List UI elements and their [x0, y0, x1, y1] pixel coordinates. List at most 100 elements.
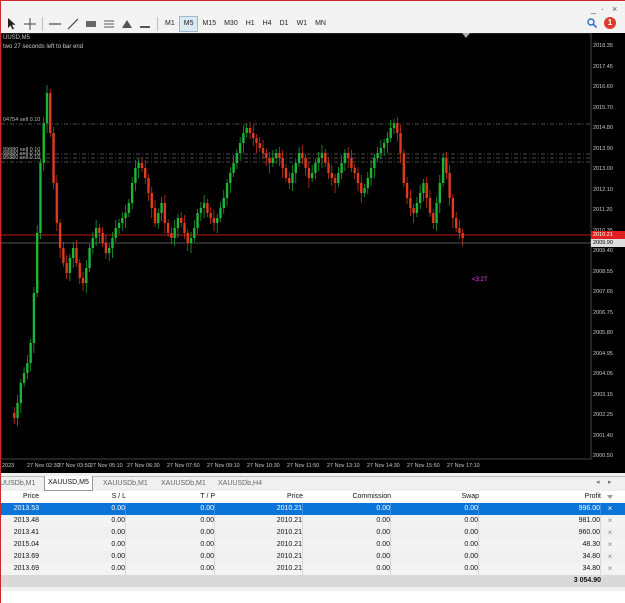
candle-body	[153, 208, 157, 223]
price-chart[interactable]: UUSD,M5 two 27 seconds left to bar end 0…	[1, 33, 625, 473]
candlestick-chart	[1, 33, 592, 460]
timeframe-d1[interactable]: D1	[276, 17, 293, 31]
candle-body	[147, 178, 150, 193]
timeframe-m30[interactable]: M30	[220, 17, 242, 31]
candle-body	[242, 133, 245, 143]
row-swap: 0.00	[395, 563, 479, 575]
candle-body	[281, 158, 284, 168]
table-row[interactable]: 2013.69 0.00 0.00 2010.21 0.00 0.00 34.80 ×	[1, 551, 625, 563]
table-row[interactable]: 2013.41 0.00 0.00 2010.21 0.00 0.00 960.00 ×	[1, 527, 625, 539]
close-position-icon[interactable]: ×	[605, 527, 615, 539]
timeframe-h4[interactable]: H4	[259, 17, 276, 31]
timeframe-m5[interactable]: M5	[178, 16, 199, 32]
candle-body	[343, 153, 347, 163]
price-axis-label: 2013.90	[593, 145, 613, 152]
candle-body	[45, 93, 49, 123]
tabs-scroll-left-icon[interactable]: ◂	[596, 478, 600, 486]
crosshair-icon[interactable]	[21, 16, 39, 32]
candle-body	[62, 248, 65, 263]
column-header-tp[interactable]: T / P	[131, 491, 215, 503]
price-axis-label: 2004.05	[593, 371, 613, 377]
row-sl: 0.00	[46, 503, 126, 515]
close-position-icon[interactable]: ×	[605, 563, 615, 575]
notification-badge[interactable]: 1	[604, 17, 616, 29]
candle-body	[65, 263, 68, 273]
table-row[interactable]: 2013.69 0.00 0.00 2010.21 0.00 0.00 34.80 ×	[1, 563, 625, 575]
timeframe-h1[interactable]: H1	[242, 17, 259, 31]
timeframe-m15[interactable]: M15	[198, 17, 220, 31]
close-button[interactable]: ×	[612, 4, 617, 14]
timeframe-w1[interactable]: W1	[293, 17, 312, 31]
price-axis-label: 2006.75	[593, 309, 613, 316]
candle-body	[324, 153, 327, 163]
column-header-sl[interactable]: S / L	[46, 491, 126, 503]
table-row[interactable]: 2013.48 0.00 0.00 2010.21 0.00 0.00 981.00 ×	[1, 515, 625, 527]
candle-body	[26, 363, 29, 373]
candle-body	[350, 158, 353, 168]
table-footer-space	[1, 591, 625, 603]
channel-icon[interactable]	[82, 16, 100, 32]
chart-shift-marker-icon[interactable]	[462, 33, 470, 39]
candle-body	[330, 173, 333, 178]
candle-body	[438, 183, 442, 203]
candle-body	[412, 208, 415, 213]
restore-button[interactable]: ·	[601, 4, 604, 14]
minimize-button[interactable]: _	[591, 4, 596, 14]
tabs-scroll-right-icon[interactable]: ▸	[608, 478, 612, 486]
price-axis-label: 2009.40	[593, 248, 613, 254]
timeframe-mn[interactable]: MN	[311, 17, 330, 31]
tab-xauusdb-m1-2[interactable]: XAUUSDb,M1	[161, 477, 206, 491]
close-position-icon[interactable]: ×	[605, 551, 615, 563]
close-position-icon[interactable]: ×	[605, 515, 615, 527]
column-header-price[interactable]: Price	[1, 491, 39, 503]
table-row[interactable]: 2015.04 0.00 0.00 2010.21 0.00 0.00 48.30 ×	[1, 539, 625, 551]
sort-arrow-icon[interactable]	[607, 495, 613, 500]
fibonacci-icon[interactable]	[100, 16, 118, 32]
tab-xauusdb-m1[interactable]: XAUUSDb,M1	[103, 477, 148, 491]
horizontal-line-icon[interactable]	[46, 16, 64, 32]
bid-price-tag: 2010.21	[591, 231, 625, 239]
candle-body	[111, 238, 114, 248]
column-header-profit[interactable]: Profit	[483, 491, 601, 503]
candle-body	[445, 158, 448, 173]
time-axis-label: 27 Nov 09:10	[207, 463, 240, 469]
total-row: 3 054.90	[1, 575, 625, 587]
close-position-icon[interactable]: ×	[605, 539, 615, 551]
candle-body	[206, 203, 209, 213]
candle-body	[415, 203, 419, 213]
row-tp: 0.00	[131, 515, 215, 527]
price-axis-label: 2007.65	[593, 289, 613, 295]
tab-xauusdb-h4[interactable]: XAUUSDb,H4	[218, 477, 262, 491]
candle-body	[170, 233, 173, 238]
candle-body	[274, 153, 278, 158]
bar-timer-note: two 27 seconds left to bar end	[3, 44, 84, 50]
shapes-icon[interactable]	[118, 16, 136, 32]
row-profit: 960.00	[483, 527, 601, 539]
table-row[interactable]: 2013.53 0.00 0.00 2010.21 0.00 0.00 996.00 ×	[1, 503, 625, 515]
column-header-commission[interactable]: Commission	[307, 491, 391, 503]
column-header-close-price[interactable]: Price	[219, 491, 303, 503]
candle-body	[219, 208, 222, 218]
price-axis-label: 2013.00	[593, 166, 613, 172]
column-header-swap[interactable]: Swap	[395, 491, 479, 503]
candle-body	[58, 223, 62, 248]
candle-body	[268, 158, 271, 163]
search-icon[interactable]	[587, 18, 598, 29]
candle-body	[39, 163, 42, 233]
candle-body	[127, 203, 131, 213]
tab-uusdb-m1[interactable]: UUSDb,M1	[0, 477, 35, 491]
total-profit: 3 054.90	[573, 577, 601, 584]
text-tool-icon[interactable]	[136, 16, 154, 32]
trendline-icon[interactable]	[64, 16, 82, 32]
candle-body	[216, 218, 219, 223]
tab-xauusd-m5[interactable]: XAUUSD,M5	[44, 476, 93, 491]
candle-body	[212, 218, 216, 223]
cursor-icon[interactable]	[3, 16, 21, 32]
candle-body	[409, 198, 412, 208]
candle-body	[29, 343, 32, 363]
price-axis-label: 2011.20	[593, 207, 613, 213]
candle-body	[320, 153, 324, 158]
timeframe-m1[interactable]: M1	[161, 17, 179, 31]
close-position-icon[interactable]: ×	[605, 503, 615, 515]
candle-body	[49, 93, 52, 133]
